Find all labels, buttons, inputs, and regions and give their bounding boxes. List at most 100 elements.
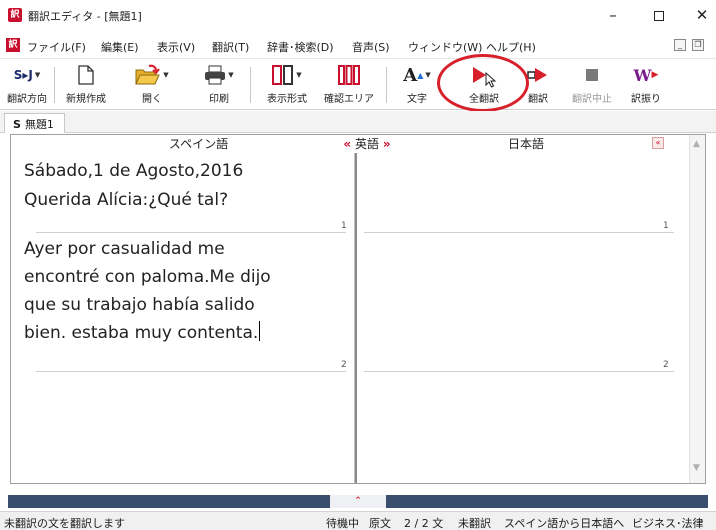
vertical-scrollbar[interactable]: ▲ ▼ <box>689 135 705 483</box>
direction-label: 翻訳方向 <box>7 94 47 105</box>
expand-up-icon[interactable]: ⌃ <box>330 495 386 508</box>
open-button[interactable]: ▼ 開く <box>130 63 174 107</box>
word-assign-label: 訳振り <box>631 94 661 105</box>
collapse-pane-button[interactable]: « <box>652 137 664 149</box>
pane-divider[interactable] <box>354 153 357 483</box>
mdi-minimize-button[interactable]: _ <box>674 39 686 51</box>
title-bar: 訳 翻訳エディタ - [無題1] – ✕ <box>0 0 716 30</box>
scroll-up-icon[interactable]: ▲ <box>693 139 700 149</box>
scroll-down-icon[interactable]: ▼ <box>693 463 700 473</box>
segment-separator <box>36 371 346 372</box>
confirm-area-icon <box>338 65 360 85</box>
tab-untitled1[interactable]: S 無題1 <box>4 113 65 133</box>
status-sentence-count: 2 / 2 文 <box>404 517 444 530</box>
mdi-restore-button[interactable]: ❐ <box>692 39 704 51</box>
menu-window[interactable]: ウィンドウ(W) <box>408 39 482 55</box>
translate-sentence-icon <box>527 68 547 82</box>
target-language-header: 日本語 <box>507 137 544 151</box>
font-icon: A <box>403 64 418 86</box>
font-size-marker-icon: ▲ <box>417 70 424 80</box>
print-button[interactable]: ▼ 印刷 <box>196 63 242 107</box>
source-line: bien. estaba muy contenta. <box>24 323 259 343</box>
source-line: que su trabajo había salido <box>24 295 255 315</box>
document-icon[interactable]: 訳 <box>6 38 20 52</box>
dropdown-arrow-icon: ▼ <box>296 71 302 79</box>
open-folder-icon <box>135 64 161 85</box>
open-label: 開く <box>142 94 162 105</box>
segment-separator <box>364 371 674 372</box>
menu-bar: 訳 ファイル(F) 編集(E) 表示(V) 翻訳(T) 辞書･検索(D) 音声(… <box>0 36 716 56</box>
target-text-pane[interactable]: 1 2 <box>358 153 688 483</box>
confirm-area-splitter[interactable]: ⌃ <box>8 495 708 508</box>
highlight-annotation <box>437 54 529 112</box>
direction-icon: S▸J <box>13 68 33 82</box>
dropdown-arrow-icon: ▼ <box>163 71 169 79</box>
toolbar-separator <box>250 67 251 103</box>
new-document-button[interactable]: 新規作成 <box>58 63 114 107</box>
tab-prefix: S <box>13 118 21 131</box>
stop-translation-button[interactable]: 翻訳中止 <box>566 63 618 107</box>
word-assign-arrow-icon: ▶ <box>651 70 659 80</box>
print-label: 印刷 <box>209 94 229 105</box>
confirm-area-button[interactable]: 確認エリア <box>320 63 378 107</box>
segment-separator <box>364 232 674 233</box>
dropdown-arrow-icon: ▼ <box>425 71 431 79</box>
menu-file[interactable]: ファイル(F) <box>27 39 86 55</box>
segment-number: 2 <box>663 360 669 370</box>
arrow-left-icon[interactable]: « <box>343 137 351 151</box>
maximize-icon <box>654 10 664 21</box>
word-assign-button[interactable]: W ▶ 訳振り <box>624 63 668 107</box>
word-assign-icon: W <box>633 65 652 85</box>
close-button[interactable]: ✕ <box>688 4 716 26</box>
source-language-header: スペイン語 <box>168 137 229 151</box>
dropdown-arrow-icon: ▼ <box>34 71 41 79</box>
new-label: 新規作成 <box>66 94 106 105</box>
display-format-label: 表示形式 <box>267 94 307 105</box>
display-format-button[interactable]: ▼ 表示形式 <box>258 63 316 107</box>
toolbar-separator <box>386 67 387 103</box>
menu-translate[interactable]: 翻訳(T) <box>212 39 249 55</box>
menu-view[interactable]: 表示(V) <box>157 39 195 55</box>
status-translation-state: 未翻訳 <box>458 517 491 530</box>
maximize-button[interactable] <box>642 4 676 26</box>
translation-editor: スペイン語 « 英語 » 日本語 « Sábado,1 de Agosto,20… <box>10 134 706 484</box>
segment-number: 1 <box>663 221 669 231</box>
confirm-area-label: 確認エリア <box>324 94 374 105</box>
document-tab-strip: S 無題1 <box>0 111 716 133</box>
dropdown-arrow-icon: ▼ <box>228 71 234 79</box>
minimize-button[interactable]: – <box>596 4 630 26</box>
font-label: 文字 <box>407 94 427 105</box>
font-button[interactable]: A ▲ ▼ 文字 <box>394 63 440 107</box>
status-mode: 原文 <box>369 517 391 530</box>
toolbar-separator <box>54 67 55 103</box>
status-direction: スペイン語から日本語へ <box>504 517 625 530</box>
source-line: Sábado,1 de Agosto,2016 <box>24 161 244 181</box>
menu-help[interactable]: ヘルプ(H) <box>486 39 536 55</box>
segment-number: 1 <box>341 221 347 231</box>
source-text-pane[interactable]: Sábado,1 de Agosto,2016 Querida Alícia:¿… <box>11 153 354 483</box>
status-field: ビジネス･法律 <box>632 517 704 530</box>
menu-voice[interactable]: 音声(S) <box>352 39 390 55</box>
status-bar: 未翻訳の文を翻訳します 待機中 原文 2 / 2 文 未翻訳 スペイン語から日本… <box>0 511 716 530</box>
text-cursor <box>259 321 261 341</box>
menu-dictionary-search[interactable]: 辞書･検索(D) <box>267 39 334 55</box>
status-state: 待機中 <box>326 517 359 530</box>
tab-label: 無題1 <box>24 118 54 131</box>
status-message: 未翻訳の文を翻訳します <box>4 517 125 530</box>
segment-number: 2 <box>341 360 347 370</box>
window-title: 翻訳エディタ - [無題1] <box>28 10 142 23</box>
stop-translation-label: 翻訳中止 <box>572 94 612 105</box>
source-line: Ayer por casualidad me <box>24 239 225 259</box>
source-line: Querida Alícia:¿Qué tal? <box>24 190 229 210</box>
source-line-with-cursor: bien. estaba muy contenta. <box>24 321 261 346</box>
stop-icon <box>586 69 598 81</box>
app-logo-icon: 訳 <box>8 8 22 22</box>
toolbar: S▸J ▼ 翻訳方向 新規作成 ▼ 開く ▼ 印刷 ▼ 表示形式 確認エリア A ▲… <box>0 58 716 110</box>
printer-icon <box>205 65 226 85</box>
menu-edit[interactable]: 編集(E) <box>101 39 139 55</box>
new-document-icon <box>78 65 94 85</box>
segment-separator <box>36 232 346 233</box>
layout-columns-icon <box>272 65 294 85</box>
direction-button[interactable]: S▸J ▼ 翻訳方向 <box>4 63 50 107</box>
source-line: encontré con paloma.Me dijo <box>24 267 271 287</box>
